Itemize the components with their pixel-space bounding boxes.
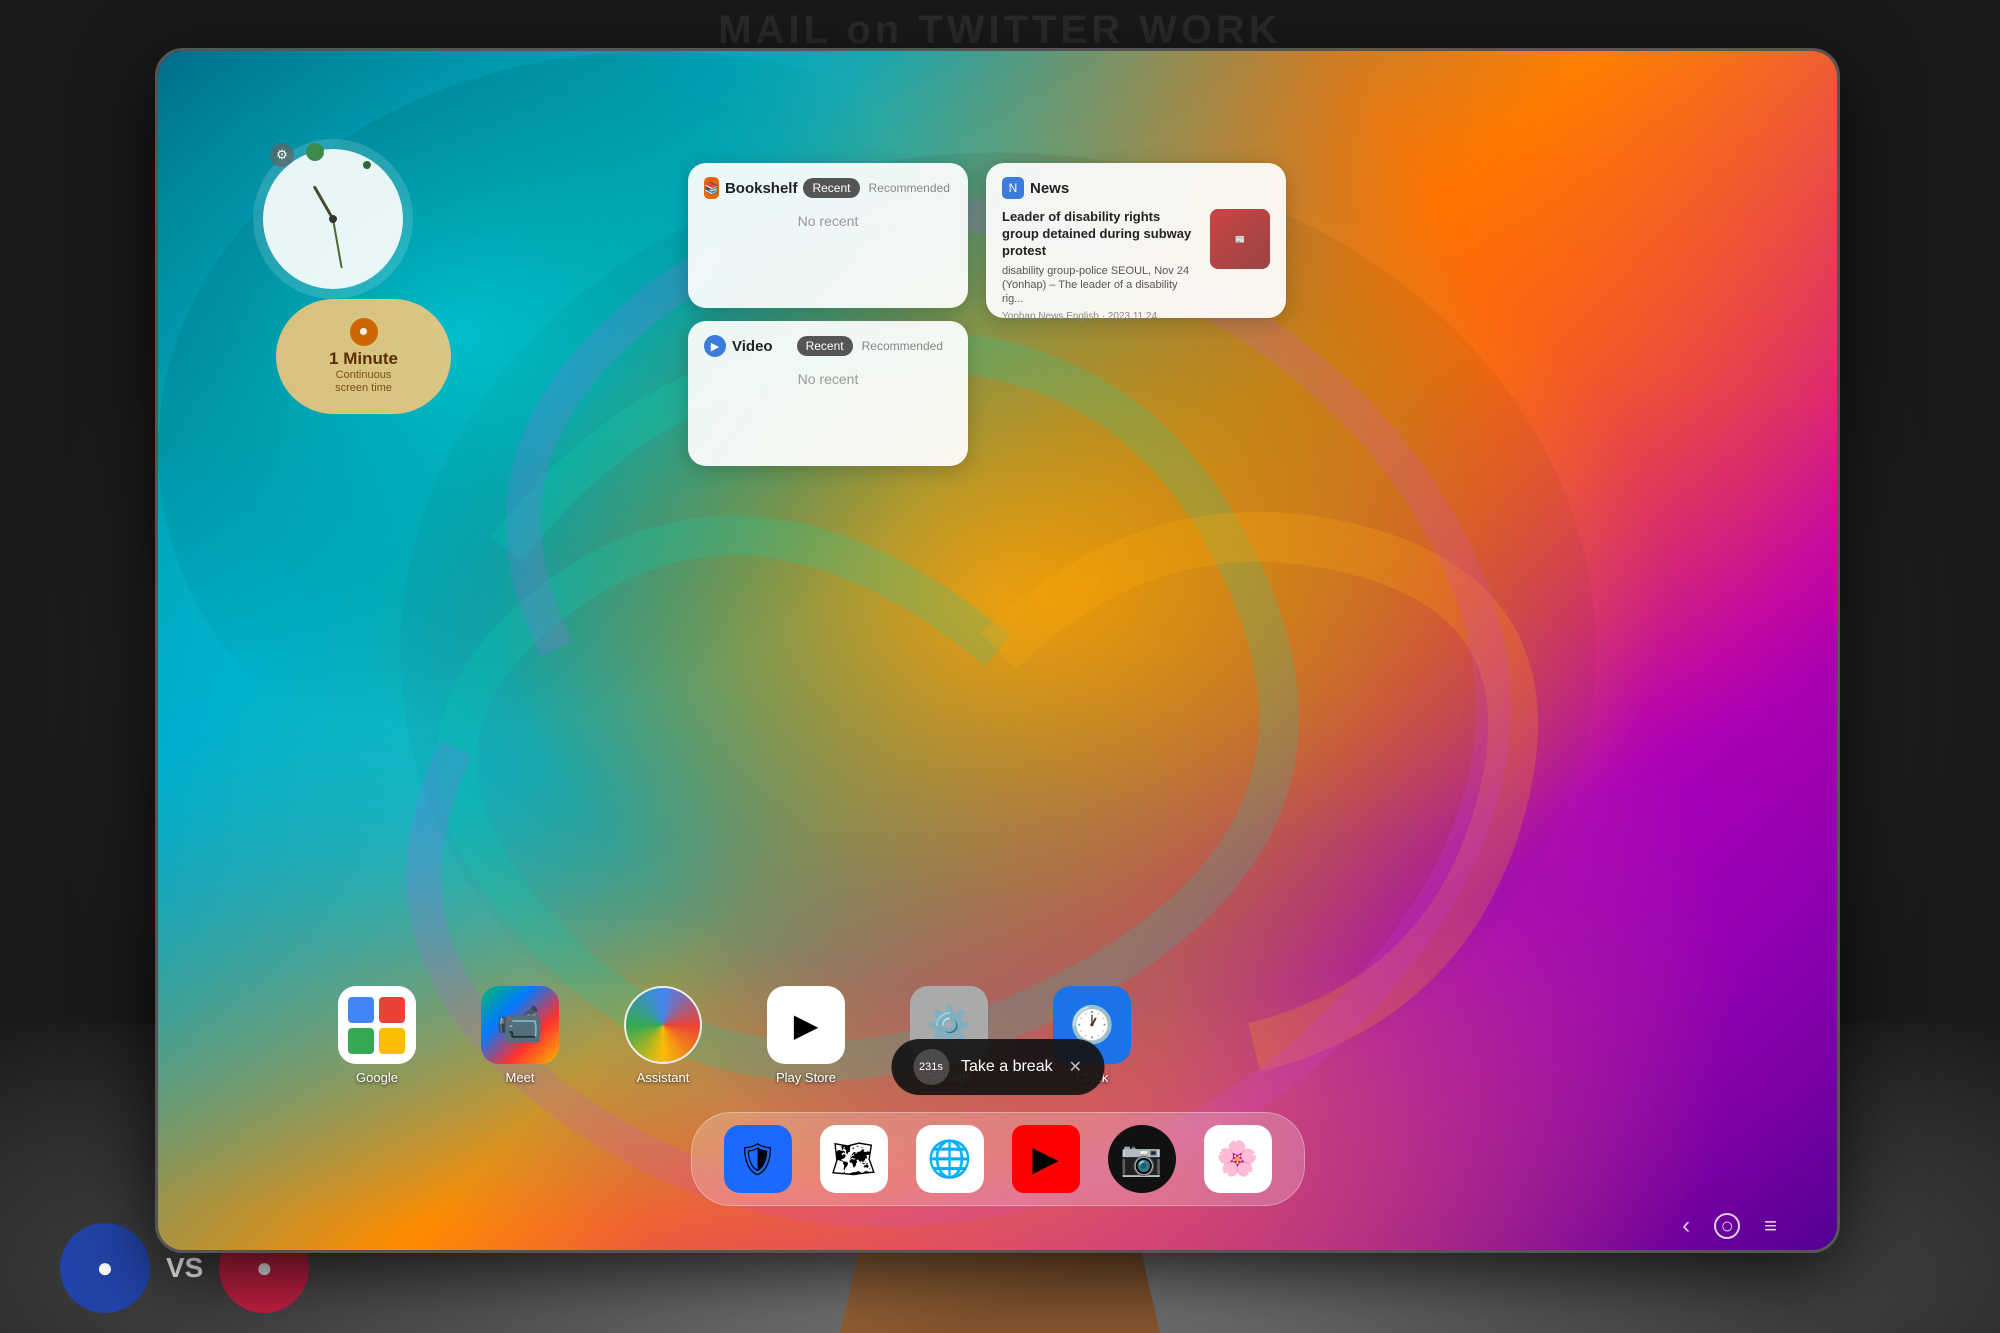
video-icon: ▶ — [704, 335, 726, 357]
news-headline: Leader of disability rights group detain… — [1002, 209, 1200, 260]
meet-label: Meet — [506, 1070, 535, 1085]
news-body: disability group-police SEOUL, Nov 24 (Y… — [1002, 264, 1200, 307]
clock-settings-icon[interactable]: ⚙ — [270, 143, 294, 167]
app-assistant[interactable]: Assistant — [624, 986, 702, 1085]
video-tabs: Recent Recommended — [797, 336, 952, 356]
screen-time-widget[interactable]: ● 1 Minute Continuous screen time — [276, 299, 451, 414]
bookshelf-widget[interactable]: 📚 Bookshelf Recent Recommended No recent — [688, 163, 968, 308]
video-no-recent: No recent — [704, 371, 952, 387]
clock-minute-hand — [332, 219, 343, 269]
play-store-icon: ▶ — [767, 986, 845, 1064]
clock-face — [263, 149, 403, 289]
dock-photos-icon[interactable]: 🌸 — [1204, 1125, 1272, 1193]
clock-center — [329, 215, 337, 223]
news-icon: N — [1002, 177, 1024, 199]
top-watermark: MAIL on TWITTER WORK — [0, 8, 2000, 53]
news-content: Leader of disability rights group detain… — [1002, 209, 1200, 322]
bookshelf-header: 📚 Bookshelf Recent Recommended — [704, 177, 952, 199]
google-icon — [338, 986, 416, 1064]
video-title: Video — [732, 338, 791, 355]
play-store-label: Play Store — [776, 1070, 836, 1085]
clock-indicator-dot — [306, 143, 324, 161]
video-tab-recommended[interactable]: Recommended — [853, 336, 952, 356]
video-widget[interactable]: ▶ Video Recent Recommended No recent — [688, 321, 968, 466]
nav-recent-button[interactable]: ≡ — [1764, 1213, 1777, 1239]
news-thumb-image: 📰 — [1210, 209, 1270, 269]
app-google[interactable]: Google — [338, 986, 416, 1085]
dock-bixby-icon[interactable]: 🛡 — [724, 1125, 792, 1193]
bookshelf-tab-recommended[interactable]: Recommended — [860, 178, 959, 198]
app-dock: 🛡 🗺 🌐 ▶ 📷 🌸 — [691, 1112, 1305, 1206]
take-a-break-toast: 231s Take a break ✕ — [891, 1039, 1104, 1095]
clock-dot — [363, 161, 371, 169]
screen-time-value: 1 Minute — [329, 350, 398, 369]
toast-close-button[interactable]: ✕ — [1069, 1057, 1082, 1077]
bookshelf-icon: 📚 — [704, 177, 719, 199]
nav-home-button[interactable]: ○ — [1714, 1213, 1740, 1239]
video-tab-recent[interactable]: Recent — [797, 336, 853, 356]
google-label: Google — [356, 1070, 398, 1085]
assistant-label: Assistant — [637, 1070, 690, 1085]
bookshelf-no-recent: No recent — [704, 213, 952, 229]
news-widget[interactable]: N News Leader of disability rights group… — [986, 163, 1286, 318]
bookshelf-tab-recent[interactable]: Recent — [803, 178, 859, 198]
news-source: Yonhap News English · 2023.11.24 — [1002, 311, 1200, 322]
meet-icon: 📹 — [481, 986, 559, 1064]
dock-maps-icon[interactable]: 🗺 — [820, 1125, 888, 1193]
bookshelf-title: Bookshelf — [725, 180, 798, 197]
screen-time-icon: ● — [350, 318, 378, 346]
toast-timer: 231s — [913, 1049, 949, 1085]
news-thumbnail: 📰 — [1210, 209, 1270, 269]
assistant-icon — [624, 986, 702, 1064]
widget-area: ⚙ ● 1 Minute Continuous screen time 📚 Bo… — [158, 51, 1837, 1250]
screen-time-label: Continuous screen time — [335, 369, 392, 395]
toast-text: Take a break — [961, 1058, 1053, 1076]
news-article[interactable]: Leader of disability rights group detain… — [1002, 209, 1270, 322]
news-title: News — [1030, 180, 1270, 197]
video-header: ▶ Video Recent Recommended — [704, 335, 952, 357]
tablet-device: ⚙ ● 1 Minute Continuous screen time 📚 Bo… — [155, 48, 1840, 1253]
app-play-store[interactable]: ▶ Play Store — [767, 986, 845, 1085]
dock-camera-icon[interactable]: 📷 — [1108, 1125, 1176, 1193]
news-header: N News — [1002, 177, 1270, 199]
app-meet[interactable]: 📹 Meet — [481, 986, 559, 1085]
nav-back-button[interactable]: ‹ — [1682, 1212, 1690, 1240]
dock-chrome-icon[interactable]: 🌐 — [916, 1125, 984, 1193]
dock-youtube-icon[interactable]: ▶ — [1012, 1125, 1080, 1193]
nav-bar: ‹ ○ ≡ — [1682, 1212, 1777, 1240]
vs-text: VS — [166, 1252, 203, 1284]
vs-circle-1: ● — [60, 1223, 150, 1313]
bookshelf-tabs: Recent Recommended — [803, 178, 958, 198]
